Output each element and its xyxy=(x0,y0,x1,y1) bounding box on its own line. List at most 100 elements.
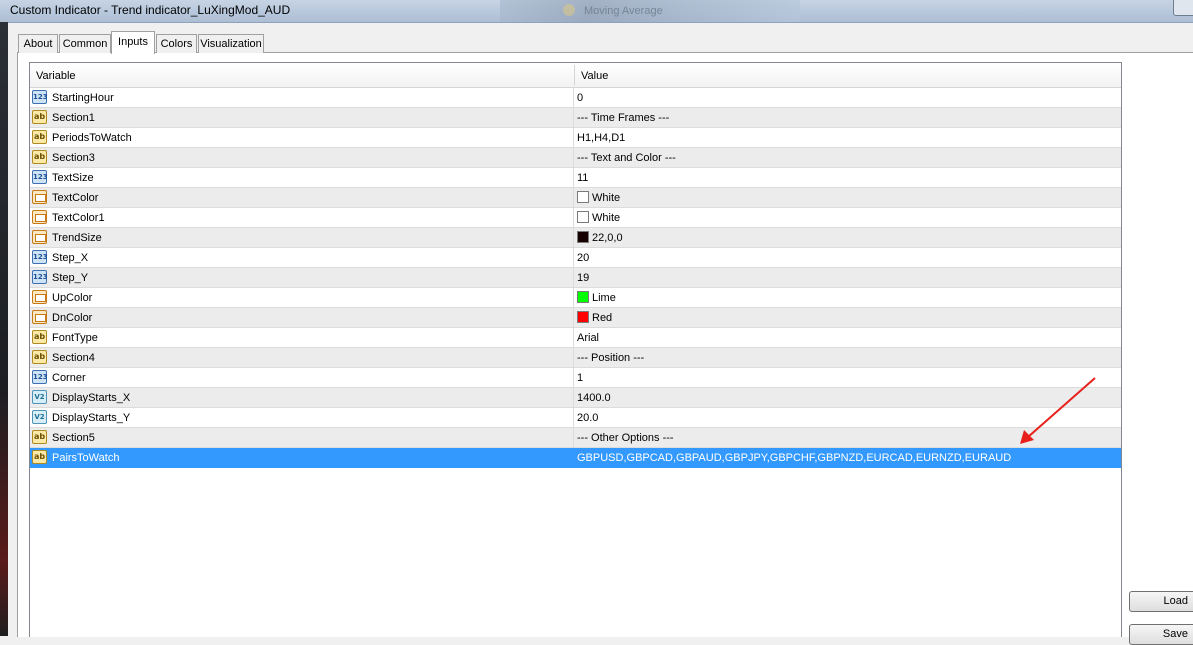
column-header-value[interactable]: Value xyxy=(575,63,1121,87)
variable-cell[interactable]: ab Section1 xyxy=(30,108,574,127)
color-swatch xyxy=(577,311,589,323)
value-text: 19 xyxy=(577,272,590,284)
variable-cell[interactable]: ab Section4 xyxy=(30,348,574,367)
value-cell[interactable]: H1,H4,D1 xyxy=(577,128,625,148)
variable-cell[interactable]: TrendSize xyxy=(30,228,574,247)
tab-common[interactable]: Common xyxy=(59,34,111,53)
variable-cell[interactable]: 123 TextSize xyxy=(30,168,574,187)
column-header-variable[interactable]: Variable xyxy=(30,63,574,87)
param-row-section3[interactable]: ab Section3 --- Text and Color --- xyxy=(30,148,1121,168)
param-row-dncolor[interactable]: DnColor Red xyxy=(30,308,1121,328)
tab-visualization[interactable]: Visualization xyxy=(198,34,264,53)
value-text: --- Time Frames --- xyxy=(577,112,670,124)
double-icon: V2 xyxy=(32,410,47,424)
variable-cell[interactable]: ab Section3 xyxy=(30,148,574,167)
tab-about[interactable]: About xyxy=(18,34,58,53)
param-row-displaystarts_y[interactable]: V2 DisplayStarts_Y 20.0 xyxy=(30,408,1121,428)
param-row-corner[interactable]: 123 Corner 1 xyxy=(30,368,1121,388)
param-row-textsize[interactable]: 123 TextSize 11 xyxy=(30,168,1121,188)
load-button[interactable]: Load xyxy=(1129,591,1193,612)
variable-name: PairsToWatch xyxy=(52,452,120,464)
variable-cell[interactable]: ab FontType xyxy=(30,328,574,347)
background-chart-strip xyxy=(0,22,8,636)
background-indicator-icon xyxy=(563,4,575,16)
value-cell[interactable]: --- Position --- xyxy=(577,348,644,368)
string-icon: ab xyxy=(32,150,47,164)
variable-name: Corner xyxy=(52,372,86,384)
variable-name: Section4 xyxy=(52,352,95,364)
value-text: 1 xyxy=(577,372,584,384)
color-icon xyxy=(32,290,47,304)
value-cell[interactable]: 0 xyxy=(577,88,583,108)
value-cell[interactable]: 22,0,0 xyxy=(577,228,623,248)
param-row-pairstowatch[interactable]: ab PairsToWatch GBPUSD,GBPCAD,GBPAUD,GBPJP… xyxy=(30,448,1121,468)
string-icon: ab xyxy=(32,330,47,344)
window-title: Custom Indicator - Trend indicator_LuXin… xyxy=(10,3,291,17)
value-cell[interactable]: 1400.0 xyxy=(577,388,611,408)
close-button[interactable] xyxy=(1173,0,1193,16)
value-cell[interactable]: Red xyxy=(577,308,612,328)
value-cell[interactable]: Arial xyxy=(577,328,599,348)
value-cell[interactable]: 20 xyxy=(577,248,589,268)
variable-name: TextColor xyxy=(52,192,99,204)
variable-cell[interactable]: DnColor xyxy=(30,308,574,327)
param-row-periodstowatch[interactable]: ab PeriodsToWatch H1,H4,D1 xyxy=(30,128,1121,148)
color-icon xyxy=(32,230,47,244)
param-row-step_x[interactable]: 123 Step_X 20 xyxy=(30,248,1121,268)
value-text: White xyxy=(592,192,621,204)
param-row-section5[interactable]: ab Section5 --- Other Options --- xyxy=(30,428,1121,448)
color-swatch xyxy=(577,191,589,203)
value-cell[interactable]: --- Time Frames --- xyxy=(577,108,669,128)
variable-cell[interactable]: ab PairsToWatch xyxy=(30,448,574,467)
variable-cell[interactable]: 123 StartingHour xyxy=(30,88,574,107)
variable-name: TextColor1 xyxy=(52,212,105,224)
variable-cell[interactable]: ab Section5 xyxy=(30,428,574,447)
value-cell[interactable]: 1 xyxy=(577,368,583,388)
value-cell[interactable]: --- Other Options --- xyxy=(577,428,674,448)
variable-cell[interactable]: 123 Step_Y xyxy=(30,268,574,287)
value-text: --- Text and Color --- xyxy=(577,152,676,164)
value-text: 20 xyxy=(577,252,590,264)
param-row-upcolor[interactable]: UpColor Lime xyxy=(30,288,1121,308)
value-cell[interactable]: 20.0 xyxy=(577,408,598,428)
param-row-trendsize[interactable]: TrendSize 22,0,0 xyxy=(30,228,1121,248)
variable-cell[interactable]: ab PeriodsToWatch xyxy=(30,128,574,147)
param-row-step_y[interactable]: 123 Step_Y 19 xyxy=(30,268,1121,288)
string-icon: ab xyxy=(32,110,47,124)
tab-colors[interactable]: Colors xyxy=(156,34,197,53)
value-cell[interactable]: White xyxy=(577,208,620,228)
variable-name: Section5 xyxy=(52,432,95,444)
integer-icon: 123 xyxy=(32,370,48,384)
variable-cell[interactable]: V2 DisplayStarts_Y xyxy=(30,408,574,427)
integer-icon: 123 xyxy=(32,170,48,184)
value-cell[interactable]: --- Text and Color --- xyxy=(577,148,676,168)
variable-cell[interactable]: TextColor1 xyxy=(30,208,574,227)
integer-icon: 123 xyxy=(32,250,48,264)
value-cell[interactable]: Lime xyxy=(577,288,616,308)
param-row-startinghour[interactable]: 123 StartingHour 0 xyxy=(30,88,1121,108)
value-cell[interactable]: 19 xyxy=(577,268,589,288)
save-button[interactable]: Save xyxy=(1129,624,1193,645)
value-text: 1400.0 xyxy=(577,392,611,404)
variable-cell[interactable]: V2 DisplayStarts_X xyxy=(30,388,574,407)
param-row-fonttype[interactable]: ab FontType Arial xyxy=(30,328,1121,348)
param-row-textcolor[interactable]: TextColor White xyxy=(30,188,1121,208)
param-row-textcolor1[interactable]: TextColor1 White xyxy=(30,208,1121,228)
variable-cell[interactable]: 123 Corner xyxy=(30,368,574,387)
param-row-section4[interactable]: ab Section4 --- Position --- xyxy=(30,348,1121,368)
variable-name: StartingHour xyxy=(52,92,114,104)
inputs-grid: Variable Value 123 StartingHour 0 ab Section… xyxy=(29,62,1122,637)
variable-cell[interactable]: UpColor xyxy=(30,288,574,307)
value-cell[interactable]: White xyxy=(577,188,620,208)
param-row-displaystarts_x[interactable]: V2 DisplayStarts_X 1400.0 xyxy=(30,388,1121,408)
param-row-section1[interactable]: ab Section1 --- Time Frames --- xyxy=(30,108,1121,128)
variable-cell[interactable]: 123 Step_X xyxy=(30,248,574,267)
value-cell[interactable]: 11 xyxy=(577,168,588,188)
integer-icon: 123 xyxy=(32,90,48,104)
string-icon: ab xyxy=(32,450,47,464)
variable-name: TrendSize xyxy=(52,232,102,244)
tab-inputs[interactable]: Inputs xyxy=(111,31,155,54)
color-swatch xyxy=(577,231,589,243)
value-cell[interactable]: GBPUSD,GBPCAD,GBPAUD,GBPJPY,GBPCHF,GBPNZ… xyxy=(577,448,1011,468)
variable-cell[interactable]: TextColor xyxy=(30,188,574,207)
